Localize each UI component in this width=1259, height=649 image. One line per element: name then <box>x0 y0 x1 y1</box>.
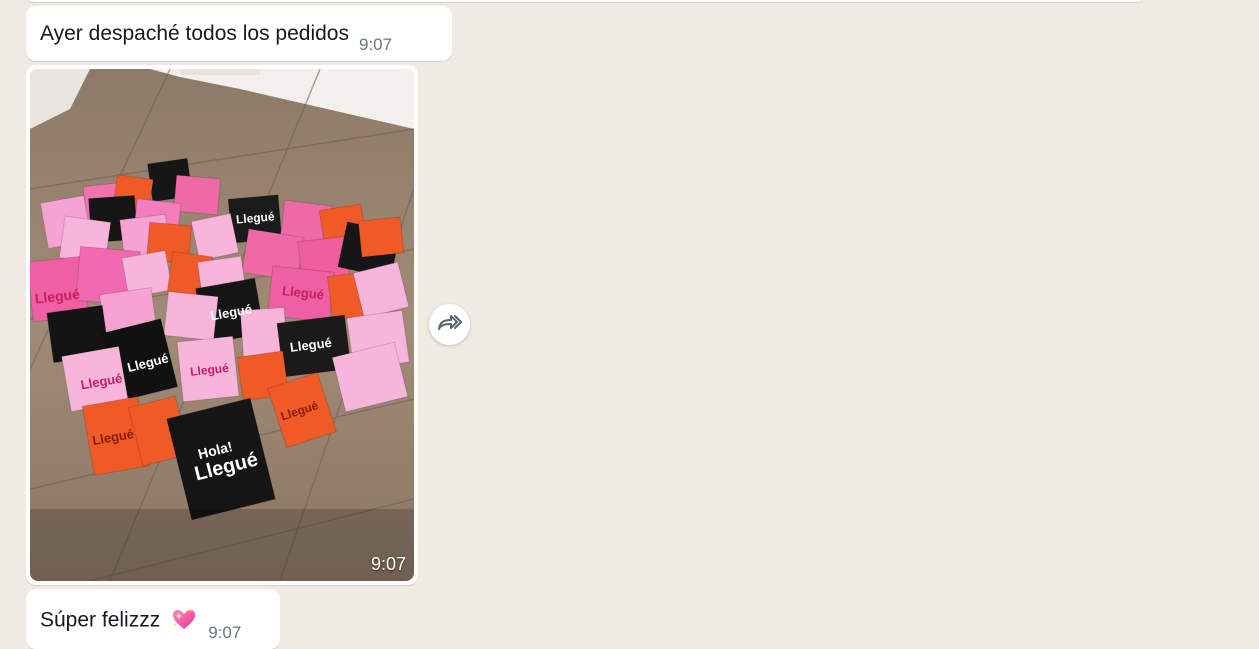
photo-image: Hola! Llegué Llegué Llegué Llegué Llegué… <box>30 69 414 581</box>
message-text: Súper felizzz <box>40 589 198 649</box>
message-timestamp: 9:07 <box>208 623 242 642</box>
message-bubble[interactable]: Ayer despaché todos los pedidos 9:07 <box>26 6 452 61</box>
message-bubble[interactable]: Súper felizzz 9:07 <box>26 589 280 649</box>
message-text: Ayer despaché todos los pedidos <box>40 22 349 45</box>
sparkling-heart-icon <box>170 605 198 633</box>
forward-button[interactable] <box>429 304 470 345</box>
image-message-bubble[interactable]: Hola! Llegué Llegué Llegué Llegué Llegué… <box>26 65 418 585</box>
image-timestamp: 9:07 <box>370 554 406 574</box>
photo-thumbnail[interactable]: Hola! Llegué Llegué Llegué Llegué Llegué… <box>30 69 414 581</box>
message-timestamp: 9:07 <box>359 35 393 54</box>
forward-icon <box>437 312 463 337</box>
previous-message-bubble[interactable] <box>26 0 1144 2</box>
message-text-content: Súper felizzz <box>40 608 161 632</box>
